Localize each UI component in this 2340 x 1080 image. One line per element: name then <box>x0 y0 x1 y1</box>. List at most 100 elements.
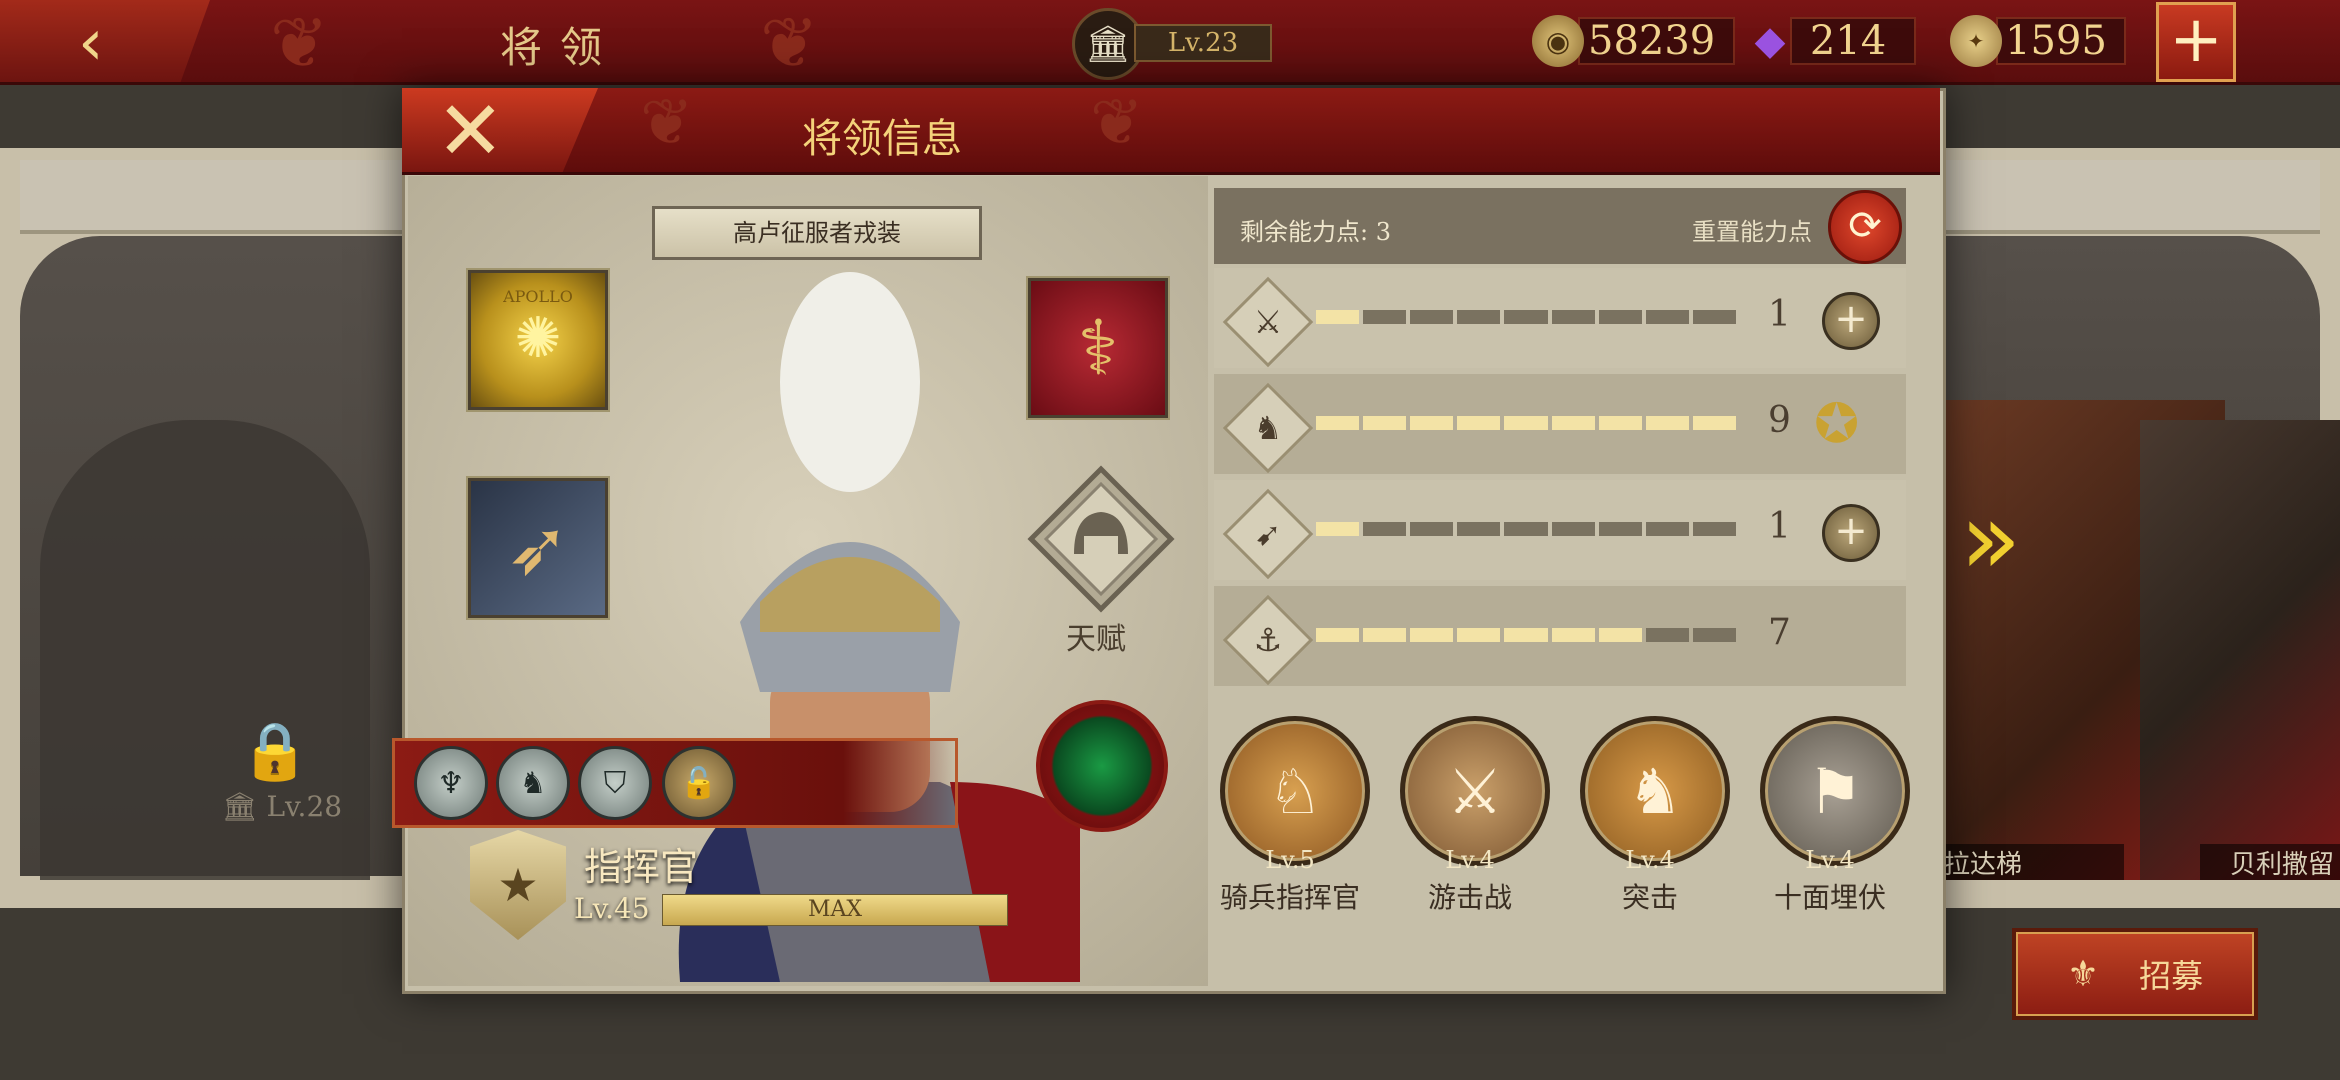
gem-icon: ◆ <box>1754 18 1786 64</box>
resource-spqr[interactable]: ✦ 1595 <box>1950 12 2126 70</box>
stat-bar-segment <box>1316 628 1360 642</box>
cavalry-archers-icon[interactable]: ⚔ <box>1400 716 1550 866</box>
stat-bar-segment <box>1504 310 1548 324</box>
recruit-label: 招募 <box>2139 957 2204 995</box>
hero-name-right-1: 拉达梯 <box>1938 844 2124 880</box>
back-button[interactable]: ‹ <box>0 0 210 82</box>
lock-icon: 🔒 <box>240 719 310 784</box>
modal-header <box>402 88 1940 175</box>
stat-bar-segment <box>1410 522 1454 536</box>
stat-bar-segment <box>1504 416 1548 430</box>
gem-slot[interactable] <box>1036 700 1168 832</box>
hero-name-right-2: 贝利撒留 <box>2200 844 2340 880</box>
skill-level: Lv.4 <box>1805 846 1855 874</box>
stat-bar-segment <box>1551 416 1595 430</box>
stat-bar-segment <box>1457 628 1501 642</box>
town-hall-small-icon: 🏛 <box>222 790 267 823</box>
add-resource-button[interactable]: + <box>2156 2 2236 82</box>
arrow-left-icon: ‹ <box>78 6 104 80</box>
coin-value: 58239 <box>1578 17 1736 65</box>
skill-name: 骑兵指挥官 <box>1219 881 1360 914</box>
reset-points-button[interactable]: ⟳ <box>1828 190 1902 264</box>
stat-bar-segment <box>1692 416 1736 430</box>
stat-bar-segment <box>1410 416 1454 430</box>
badge-locked-icon[interactable]: 🔓 <box>662 746 736 820</box>
stat-bar-segment <box>1692 522 1736 536</box>
stat-bar-segment <box>1316 416 1360 430</box>
reset-points-label: 重置能力点 <box>1692 218 1812 246</box>
laurel-right-icon: ❦ <box>760 2 819 84</box>
stat-bar-segment <box>1692 310 1736 324</box>
refresh-icon: ⟳ <box>1848 203 1882 249</box>
stat-bar-segment <box>1363 310 1407 324</box>
skill-level: Lv.4 <box>1445 846 1495 874</box>
stat-value: 1 <box>1768 506 1791 547</box>
ambush-soldiers-icon[interactable]: ⚑ <box>1760 716 1910 866</box>
stat-value: 1 <box>1768 294 1791 335</box>
add-point-button[interactable]: + <box>1822 292 1880 350</box>
stat-bar <box>1316 416 1736 430</box>
badge-horse-icon[interactable]: ♞ <box>496 746 570 820</box>
locked-hero-level: 🏛 Lv.28 <box>222 790 342 823</box>
charging-rider-icon[interactable]: ♞ <box>1580 716 1730 866</box>
laurel-left-icon: ❦ <box>270 2 329 84</box>
stat-bar-segment <box>1645 416 1689 430</box>
stat-bar-segment <box>1504 522 1548 536</box>
modal-title: 将领信息 <box>802 116 962 162</box>
plus-icon: + <box>1834 508 1868 554</box>
resource-coins[interactable]: ◉ 58239 <box>1532 12 1736 70</box>
stat-bar-segment <box>1551 628 1595 642</box>
hero-card-right-2[interactable] <box>2140 420 2340 880</box>
stat-bar-segment <box>1692 628 1736 642</box>
xp-bar: MAX <box>662 894 1008 926</box>
next-hero-arrow-icon[interactable]: » <box>1960 480 2021 597</box>
stat-bar <box>1316 628 1736 642</box>
stat-bar-segment <box>1316 522 1360 536</box>
costume-button[interactable]: 高卢征服者戎装 <box>652 206 982 260</box>
stat-bar <box>1316 310 1736 324</box>
plus-icon: + <box>1834 296 1868 342</box>
badge-eagle-icon[interactable]: ♆ <box>414 746 488 820</box>
stat-value: 7 <box>1768 612 1791 653</box>
helmet-plume <box>780 272 920 492</box>
stat-bar-segment <box>1645 310 1689 324</box>
skill-name: 游击战 <box>1427 881 1512 914</box>
stat-bar-segment <box>1504 628 1548 642</box>
stat-bar-segment <box>1316 310 1360 324</box>
laurel-right-icon: ❦ <box>1090 86 1144 160</box>
skill-level: Lv.4 <box>1625 846 1675 874</box>
coin-icon: ◉ <box>1532 15 1584 67</box>
close-icon: ✕ <box>436 84 505 179</box>
stat-bar-segment <box>1598 310 1642 324</box>
stat-bar-segment <box>1363 522 1407 536</box>
hero-level: Lv.45 <box>574 892 650 925</box>
recruit-button[interactable]: ⚜ 招募 <box>2012 928 2258 1020</box>
resource-gems[interactable]: ◆ 214 <box>1744 12 1916 70</box>
stat-bar-segment <box>1410 310 1454 324</box>
stat-bar-segment <box>1551 310 1595 324</box>
stat-bar-segment <box>1363 416 1407 430</box>
stat-bar-segment <box>1457 310 1501 324</box>
gem-value: 214 <box>1790 17 1916 65</box>
page-title: 将领 <box>500 23 621 72</box>
badge-shield-icon[interactable]: ⛉ <box>578 746 652 820</box>
stat-bar-segment <box>1598 522 1642 536</box>
talent-helmet-icon[interactable] <box>1026 464 1176 614</box>
rank-name: 指挥官 <box>584 845 699 889</box>
xp-label: MAX <box>807 897 863 922</box>
recruit-helmet-icon: ⚜ <box>2066 953 2100 995</box>
horse-head-icon[interactable]: ♘ <box>1220 716 1370 866</box>
stat-bar-segment <box>1598 628 1642 642</box>
stat-bar-segment <box>1645 628 1689 642</box>
spqr-eagle-icon: ✦ <box>1950 15 2002 67</box>
talent-label: 天赋 <box>1066 622 1126 657</box>
laurel-left-icon: ❦ <box>640 86 694 160</box>
skill-level: Lv.5 <box>1265 846 1315 874</box>
stat-bar-segment <box>1410 628 1454 642</box>
spqr-value: 1595 <box>1996 17 2126 65</box>
add-point-button[interactable]: + <box>1822 504 1880 562</box>
skill-name: 突击 <box>1621 881 1678 914</box>
stat-bar-segment <box>1598 416 1642 430</box>
stat-bar-segment <box>1645 522 1689 536</box>
stat-bar-segment <box>1457 522 1501 536</box>
